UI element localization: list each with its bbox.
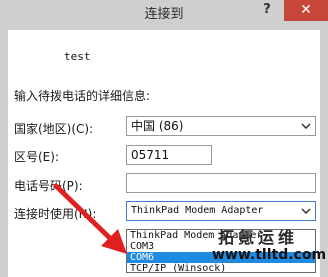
country-select[interactable]: 中国 (86) [126, 116, 316, 136]
details-prompt: 输入待拨电话的详细信息: [14, 89, 151, 103]
watermark: 拓氪运维 www.tlltd.com [212, 224, 328, 277]
connect-using-label: 连接时使用(N): [14, 207, 97, 221]
connection-name: test [64, 50, 91, 63]
area-code-label: 区号(E): [14, 150, 59, 164]
connect-using-value: ThinkPad Modem Adapter [131, 205, 264, 216]
window-frame-left [0, 30, 8, 277]
country-label: 国家(地区)(C): [14, 122, 94, 136]
help-button[interactable]: ? [254, 0, 280, 22]
close-button[interactable]: ✕ [284, 0, 328, 21]
phone-number-input[interactable] [126, 173, 316, 193]
watermark-url: www.tlltd.com [212, 247, 327, 263]
area-code-input[interactable]: 05711 [126, 145, 212, 165]
chevron-down-icon [300, 117, 312, 135]
phone-number-label: 电话号码(P): [14, 179, 83, 193]
chevron-down-icon [300, 202, 312, 220]
country-value: 中国 (86) [131, 119, 184, 133]
connect-using-select[interactable]: ThinkPad Modem Adapter [126, 201, 316, 221]
dialog-window: 连接到 ? ✕ test 输入待拨电话的详细信息: 国家(地区)(C): 中国 … [0, 0, 328, 277]
watermark-text: 拓氪运维 [218, 228, 299, 247]
title-bar: 连接到 ? ✕ [0, 0, 328, 30]
